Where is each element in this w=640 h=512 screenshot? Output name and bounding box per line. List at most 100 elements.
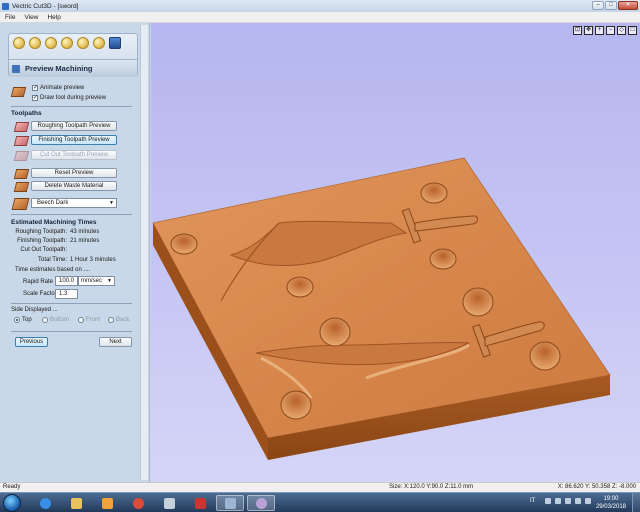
language-indicator[interactable]: IT	[530, 498, 535, 504]
cutout-time-label: Cut Out Toolpath:	[20, 247, 67, 253]
machined-board	[152, 157, 611, 460]
chrome-icon	[132, 497, 144, 509]
save-icon[interactable]	[109, 37, 121, 49]
roughing-icon[interactable]	[45, 37, 57, 49]
clock-time: 19:00	[603, 496, 619, 502]
iso-view-icon[interactable]: ◇	[617, 26, 626, 35]
delete-waste-icon	[13, 182, 30, 192]
panel-scrollbar[interactable]	[140, 25, 148, 480]
material-select[interactable]: Beech Dark ▼	[31, 198, 117, 208]
finishing-preview-button[interactable]: Finishing Toolpath Preview	[31, 135, 117, 145]
chevron-down-icon: ▼	[107, 278, 112, 284]
taskbar-cut3d[interactable]	[216, 495, 244, 511]
side-back-radio[interactable]	[108, 317, 114, 323]
hole	[429, 248, 457, 270]
animate-preview-checkbox[interactable]: ✓	[32, 85, 38, 91]
previous-button[interactable]: Previous	[15, 337, 48, 347]
view-toolbar: ⊡ ✥ + − ◇ □	[573, 26, 637, 35]
palette-icon	[255, 497, 267, 509]
tray-flag-icon[interactable]	[555, 498, 562, 504]
side-front-radio[interactable]	[78, 317, 84, 323]
draw-tool-label: Draw tool during preview	[40, 95, 107, 101]
side-back-option[interactable]: Back	[108, 317, 129, 323]
side-bottom-radio[interactable]	[42, 317, 48, 323]
close-button[interactable]: ✕	[618, 1, 638, 10]
maximize-button[interactable]: □	[605, 1, 617, 10]
toolpaths-heading: Toolpaths	[11, 110, 42, 117]
finishing-time-label: Finishing Toolpath:	[17, 238, 67, 244]
draw-tool-checkbox[interactable]: ✓	[32, 95, 38, 101]
taskbar-cube-app[interactable]	[188, 495, 212, 511]
side-top-option[interactable]: Top	[14, 317, 32, 323]
menu-view[interactable]: View	[24, 14, 38, 21]
divider	[11, 106, 132, 107]
new-model-icon[interactable]	[13, 37, 25, 49]
model-size: Size: X:120.0 Y:90.0 Z:11.0 mm	[389, 484, 474, 490]
finishing-time-value: 21 minutes	[70, 238, 100, 244]
open-model-icon[interactable]	[29, 37, 41, 49]
taskbar-palette[interactable]	[247, 495, 275, 511]
zoom-extents-icon[interactable]: ⊡	[573, 26, 582, 35]
tray-volume-icon[interactable]	[585, 498, 592, 504]
hole	[286, 276, 314, 298]
side-front-label: Front	[86, 317, 101, 323]
clock-date: 29/03/2018	[595, 504, 626, 510]
rapid-rate-input[interactable]: 100.0	[55, 276, 78, 286]
animate-preview-row[interactable]: ✓ Animate preview	[32, 85, 84, 91]
next-button[interactable]: Next	[99, 337, 132, 347]
cutout-icon[interactable]	[77, 37, 89, 49]
preview-machining-panel: Preview Machining ✓ Animate preview ✓ Dr…	[0, 23, 150, 482]
total-time-label: Total Time:	[37, 257, 67, 263]
menu-help[interactable]: Help	[47, 14, 60, 21]
start-button[interactable]	[3, 494, 21, 512]
hole	[462, 287, 494, 317]
rapid-rate-unit-value: mm/sec	[81, 278, 102, 284]
taskbar-explorer[interactable]	[64, 495, 88, 511]
rapid-rate-unit-select[interactable]: mm/sec ▼	[78, 276, 115, 286]
minimize-button[interactable]: –	[592, 1, 604, 10]
menu-file[interactable]: File	[5, 14, 15, 21]
draw-tool-row[interactable]: ✓ Draw tool during preview	[32, 95, 106, 101]
animate-preview-label: Animate preview	[40, 85, 85, 91]
divider	[11, 303, 132, 304]
tray-battery-icon[interactable]	[565, 498, 572, 504]
tray-network-icon[interactable]	[575, 498, 582, 504]
pan-icon[interactable]: ✥	[584, 26, 593, 35]
cutout-preview-button[interactable]: Cut Out Toolpath Preview	[31, 150, 117, 160]
preview-icon[interactable]	[93, 37, 105, 49]
taskbar-paint[interactable]	[157, 495, 181, 511]
system-tray: IT	[530, 498, 592, 504]
title-bar: Vectric Cut3D - [sword] – □ ✕	[0, 0, 640, 12]
3d-viewport[interactable]: ⊡ ✥ + − ◇ □	[151, 23, 640, 482]
material-preview-icon	[10, 87, 27, 97]
material-swatch-icon	[11, 198, 30, 210]
zoom-out-icon[interactable]: −	[606, 26, 615, 35]
taskbar-media[interactable]	[95, 495, 119, 511]
ie-icon	[39, 497, 51, 509]
estimates-note: Time estimates based on ....	[15, 267, 91, 273]
menu-bar: File View Help	[0, 12, 640, 23]
divider	[11, 214, 132, 215]
delete-waste-button[interactable]: Delete Waste Material	[31, 181, 117, 191]
window-controls: – □ ✕	[592, 1, 638, 10]
side-bottom-option[interactable]: Bottom	[42, 317, 69, 323]
side-top-radio[interactable]	[14, 317, 20, 323]
show-desktop-button[interactable]	[632, 493, 640, 512]
finishing-icon[interactable]	[61, 37, 73, 49]
zoom-in-icon[interactable]: +	[595, 26, 604, 35]
top-view-icon[interactable]: □	[628, 26, 637, 35]
roughing-preview-button[interactable]: Roughing Toolpath Preview	[31, 121, 117, 131]
status-text: Ready	[3, 484, 21, 490]
taskbar-chrome[interactable]	[126, 495, 150, 511]
hole	[280, 390, 312, 420]
taskbar-ie[interactable]	[33, 495, 57, 511]
tray-arrow-icon[interactable]	[545, 498, 552, 504]
side-back-label: Back	[116, 317, 130, 323]
reset-preview-button[interactable]: Reset Preview	[31, 168, 117, 178]
clock[interactable]: 19:00 29/03/2018	[596, 495, 626, 511]
scale-factor-input[interactable]: 1.3	[55, 289, 78, 299]
cut3d-icon	[224, 497, 236, 509]
machining-times-heading: Estimated Machining Times	[11, 219, 97, 226]
side-front-option[interactable]: Front	[78, 317, 100, 323]
paint-icon	[163, 497, 175, 509]
